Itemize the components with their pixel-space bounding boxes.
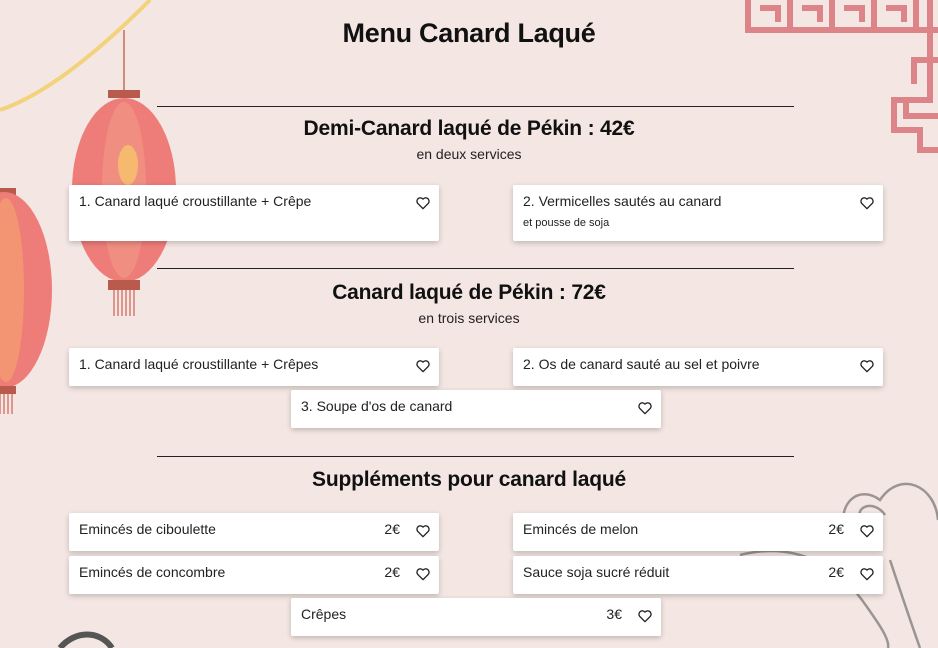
- menu-item-name: 2. Os de canard sauté au sel et poivre: [523, 356, 760, 372]
- menu-item-card[interactable]: 1. Canard laqué croustillante + Crêpes: [69, 348, 439, 386]
- section-title: Canard laqué de Pékin : 72€: [332, 281, 606, 304]
- menu-item-price: 2€: [828, 564, 844, 580]
- heart-icon[interactable]: [415, 358, 431, 374]
- menu-item-price: 3€: [606, 606, 622, 622]
- menu-item-card[interactable]: Emincés de melon 2€: [513, 513, 883, 551]
- lantern-icon: [72, 30, 176, 316]
- menu-item-name: Sauce soja sucré réduit: [523, 564, 670, 580]
- menu-item-card[interactable]: Emincés de concombre 2€: [69, 556, 439, 594]
- heart-icon[interactable]: [415, 195, 431, 211]
- menu-item-name: Emincés de melon: [523, 521, 639, 537]
- menu-item-name: 1. Canard laqué croustillante + Crêpes: [79, 356, 319, 372]
- section-divider: [157, 106, 794, 107]
- section-subtitle: en deux services: [416, 146, 522, 162]
- section-divider: [157, 268, 794, 269]
- menu-item-name: 3. Soupe d'os de canard: [301, 398, 453, 414]
- page-title: Menu Canard Laqué: [342, 18, 596, 48]
- section-subtitle: en trois services: [418, 310, 520, 326]
- heart-icon[interactable]: [637, 608, 653, 624]
- menu-item-card[interactable]: 1. Canard laqué croustillante + Crêpe: [69, 185, 439, 241]
- menu-item-name: Crêpes: [301, 606, 347, 622]
- menu-item-card[interactable]: Crêpes 3€: [291, 598, 661, 636]
- section-title: Suppléments pour canard laqué: [312, 468, 626, 491]
- menu-item-card[interactable]: 3. Soupe d'os de canard: [291, 390, 661, 428]
- heart-icon[interactable]: [859, 566, 875, 582]
- menu-item-card[interactable]: 2. Vermicelles sautés au canard et pouss…: [513, 185, 883, 241]
- heart-icon[interactable]: [859, 195, 875, 211]
- heart-icon[interactable]: [415, 523, 431, 539]
- menu-item-name: Emincés de concombre: [79, 564, 226, 580]
- menu-item-card[interactable]: Sauce soja sucré réduit 2€: [513, 556, 883, 594]
- menu-item-price: 2€: [384, 564, 400, 580]
- heart-icon[interactable]: [859, 358, 875, 374]
- menu-item-card[interactable]: Emincés de ciboulette 2€: [69, 513, 439, 551]
- swirl-ornament: [57, 631, 115, 648]
- menu-item-name: 1. Canard laqué croustillante + Crêpe: [79, 193, 312, 209]
- menu-item-description: et pousse de soja: [523, 217, 610, 229]
- section-divider: [157, 456, 794, 457]
- heart-icon[interactable]: [859, 523, 875, 539]
- section-title: Demi-Canard laqué de Pékin : 42€: [303, 117, 635, 140]
- menu-item-price: 2€: [828, 521, 844, 537]
- menu-item-name: 2. Vermicelles sautés au canard: [523, 193, 722, 209]
- menu-item-price: 2€: [384, 521, 400, 537]
- menu-item-card[interactable]: 2. Os de canard sauté au sel et poivre: [513, 348, 883, 386]
- heart-icon[interactable]: [637, 400, 653, 416]
- menu-item-name: Emincés de ciboulette: [79, 521, 216, 537]
- heart-icon[interactable]: [415, 566, 431, 582]
